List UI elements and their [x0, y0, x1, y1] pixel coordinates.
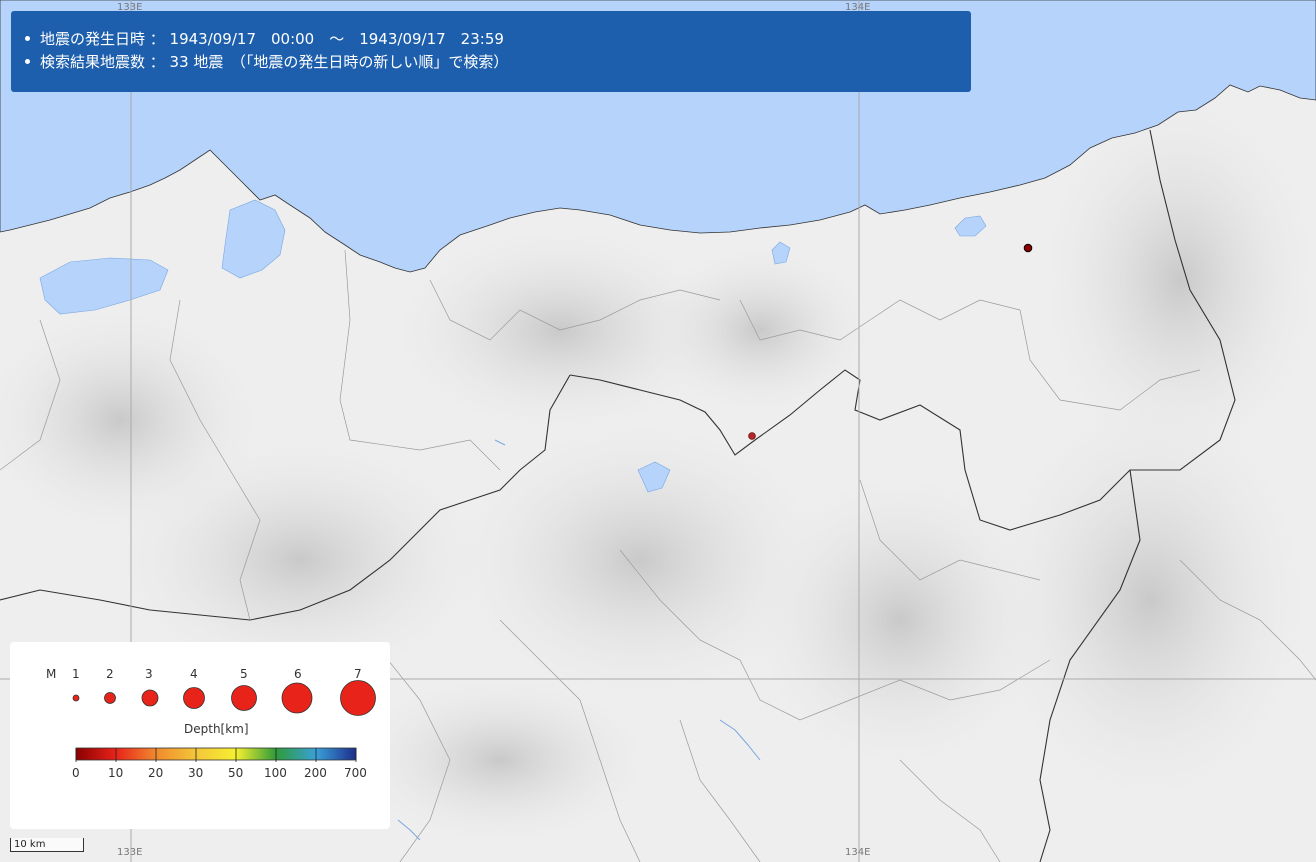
result-count-row: 検索結果地震数 ： 33 地震 （「地震の発生日時の新しい順」で検索） — [25, 50, 971, 73]
bullet-icon — [25, 59, 30, 64]
magnitude-scale — [72, 680, 376, 716]
depth-title: Depth[km] — [184, 722, 249, 736]
search-summary-banner: 地震の発生日時 ： 1943/09/17 00:00 ～ 1943/09/17 … — [11, 11, 971, 92]
result-count-text: 検索結果地震数 ： 33 地震 （「地震の発生日時の新しい順」で検索） — [40, 53, 509, 71]
magnitude-7-circle — [340, 680, 376, 716]
epicenter-marker[interactable] — [748, 432, 756, 440]
date-range-row: 地震の発生日時 ： 1943/09/17 00:00 ～ 1943/09/17 … — [25, 27, 971, 50]
bullet-icon — [25, 36, 30, 41]
magnitude-4-circle — [183, 687, 205, 709]
depth-gradient-bar — [75, 747, 357, 761]
depth-tick: 0 — [72, 766, 80, 780]
depth-tick: 50 — [228, 766, 244, 780]
magnitude-3-circle — [141, 689, 159, 707]
depth-tick: 200 — [304, 766, 327, 780]
depth-tick: 20 — [148, 766, 164, 780]
depth-color-scale — [75, 747, 357, 762]
depth-tick: 30 — [188, 766, 204, 780]
magnitude-5-circle — [231, 685, 257, 711]
map-legend: M 1 2 3 4 5 6 7 Depth[km] 0 10 20 30 50 … — [10, 642, 390, 829]
depth-tick: 100 — [264, 766, 287, 780]
depth-tick: 10 — [108, 766, 124, 780]
longitude-label: 133E — [117, 847, 143, 858]
magnitude-6-circle — [281, 682, 313, 714]
longitude-label: 134E — [845, 847, 871, 858]
depth-tick: 700 — [344, 766, 367, 780]
date-range-text: 地震の発生日時 ： 1943/09/17 00:00 ～ 1943/09/17 … — [40, 30, 504, 48]
magnitude-2-circle — [104, 692, 116, 704]
epicenter-marker[interactable] — [1023, 243, 1033, 253]
scale-bar: 10 km — [10, 838, 84, 852]
magnitude-1-circle — [72, 694, 80, 702]
